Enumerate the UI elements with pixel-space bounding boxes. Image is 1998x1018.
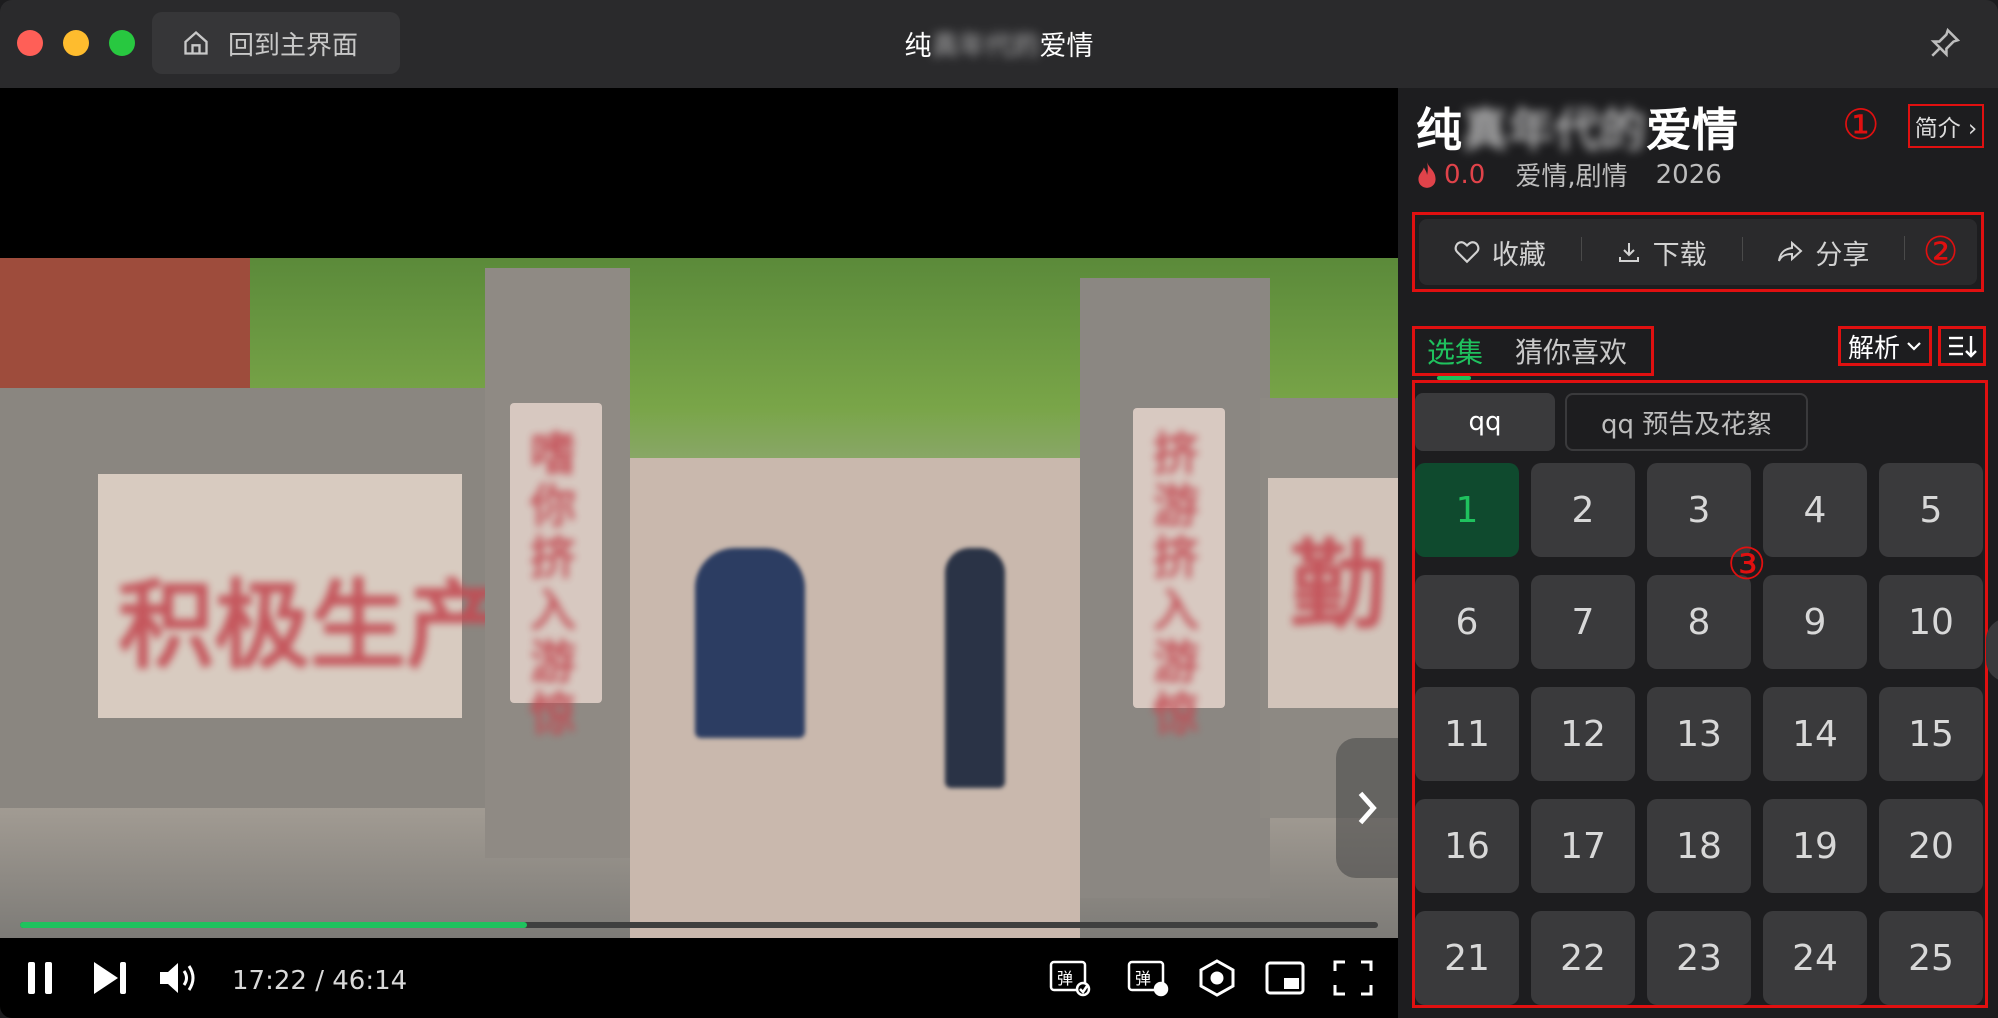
episode-button[interactable]: 15 — [1879, 687, 1983, 781]
episode-button[interactable]: 24 — [1763, 911, 1867, 1005]
svg-text:弹: 弹 — [1135, 969, 1151, 988]
episode-button[interactable]: 25 — [1879, 911, 1983, 1005]
tab-recommendations[interactable]: 猜你喜欢 — [1515, 331, 1627, 371]
volume-button[interactable] — [156, 958, 200, 1002]
settings-hexagon-icon — [1199, 959, 1235, 997]
pin-icon — [1930, 27, 1961, 58]
sort-icon — [1949, 336, 1977, 358]
window-title: 纯真年代的爱情 — [904, 31, 1094, 62]
picture-in-picture-button[interactable] — [1264, 958, 1306, 1002]
favorite-button[interactable]: 收藏 — [1419, 233, 1581, 272]
content-tabs: 选集 猜你喜欢 — [1412, 326, 1654, 380]
danmaku-toggle-button[interactable]: 弹 — [1126, 958, 1170, 1002]
scene-plaque-right-text: 挤游挤入游惊 — [1153, 427, 1199, 741]
scene-slogan-left: 积极生产 — [118, 570, 502, 682]
pause-icon — [28, 962, 52, 994]
episode-button[interactable]: 7 — [1531, 575, 1635, 669]
next-episode-overlay-button[interactable] — [1336, 738, 1398, 878]
episode-button[interactable]: 12 — [1531, 687, 1635, 781]
episode-button[interactable]: 1 — [1415, 463, 1519, 557]
episode-button[interactable]: 22 — [1531, 911, 1635, 1005]
share-button[interactable]: 分享 — [1742, 233, 1904, 272]
intro-button[interactable]: 简介 › — [1908, 104, 1984, 148]
danmaku-settings-button[interactable]: 弹 — [1048, 958, 1092, 1002]
episode-button[interactable]: 18 — [1647, 799, 1751, 893]
flame-icon — [1418, 161, 1436, 188]
episode-button[interactable]: 10 — [1879, 575, 1983, 669]
chevron-down-icon — [1907, 342, 1921, 351]
episode-button[interactable]: 2 — [1531, 463, 1635, 557]
progress-bar[interactable] — [20, 922, 1378, 928]
annotation-slot: ② — [1904, 232, 1977, 272]
scene-cyclist — [695, 548, 805, 738]
fullscreen-icon — [1333, 960, 1373, 996]
heart-icon — [1454, 241, 1480, 264]
video-frame[interactable]: 积极生产 嗜你挤入游惊 挤游挤入游惊 勤 — [0, 258, 1398, 938]
rating-score: 0.0 — [1444, 159, 1486, 190]
next-button[interactable] — [90, 958, 130, 1002]
settings-button[interactable] — [1196, 958, 1238, 1002]
episode-panel: qq qq 预告及花絮 1 2 3 4 5 6 7 8 9 10 11 12 13 14 15 16 17 18 1… — [1412, 380, 1988, 1008]
episode-sidebar: 纯真年代的爱情 ① 简介 › 0.0 爱情,剧情 2026 收藏 下载 分享 ②… — [1398, 88, 1998, 1018]
show-title: 纯真年代的爱情 — [1416, 103, 1738, 157]
scene-pedestrian — [945, 548, 1005, 788]
pip-icon — [1265, 961, 1305, 995]
episode-button[interactable]: 14 — [1763, 687, 1867, 781]
episode-button[interactable]: 5 — [1879, 463, 1983, 557]
download-button[interactable]: 下载 — [1580, 233, 1743, 272]
episode-button[interactable]: 20 — [1879, 799, 1983, 893]
duration: 46:14 — [332, 966, 408, 996]
download-icon — [1618, 243, 1639, 262]
progress-fill — [20, 922, 527, 928]
chevron-right-icon — [1358, 791, 1377, 825]
pin-button[interactable] — [1928, 26, 1962, 64]
episode-button[interactable]: 11 — [1415, 687, 1519, 781]
time-display: 17:22 / 46:14 — [232, 966, 408, 996]
pause-button[interactable] — [24, 958, 58, 1002]
episode-button[interactable]: 4 — [1763, 463, 1867, 557]
episode-button[interactable]: 6 — [1415, 575, 1519, 669]
blurred-title-part: 真年代的 — [1462, 103, 1646, 157]
share-icon — [1778, 240, 1803, 262]
scene-plaque-left-text: 嗜你挤入游惊 — [530, 427, 576, 741]
episode-grid: 1 2 3 4 5 6 7 8 9 10 11 12 13 14 15 16 17 18 19 20 21 22 23 24 2… — [1415, 463, 1985, 1005]
current-time: 17:22 — [232, 966, 307, 996]
episode-button[interactable]: 19 — [1763, 799, 1867, 893]
episode-button[interactable]: 13 — [1647, 687, 1751, 781]
annotation-marker-2: ② — [1922, 229, 1959, 275]
annotation-marker-3: ③ — [1727, 539, 1767, 590]
annotation-marker-1: ① — [1842, 100, 1880, 149]
scene-brick-wall — [0, 258, 250, 408]
source-tabs: qq qq 预告及花絮 — [1415, 393, 1809, 451]
scene-slogan-right: 勤 — [1290, 530, 1386, 642]
action-bar-inner: 收藏 下载 分享 ② — [1419, 219, 1977, 285]
release-year: 2026 — [1655, 159, 1722, 190]
blurred-title-part: 真年代的 — [931, 31, 1040, 62]
show-meta: 0.0 爱情,剧情 2026 — [1414, 156, 1722, 193]
sort-button[interactable] — [1938, 326, 1986, 366]
episode-button[interactable]: 16 — [1415, 799, 1519, 893]
danmaku-check-icon: 弹 — [1049, 960, 1091, 997]
svg-text:弹: 弹 — [1057, 969, 1073, 988]
episode-button[interactable]: 21 — [1415, 911, 1519, 1005]
title-bar: 回到主界面 纯真年代的爱情 — [0, 0, 1998, 88]
player-controls: 17:22 / 46:14 弹 弹 — [0, 946, 1398, 1018]
episode-button[interactable]: 23 — [1647, 911, 1751, 1005]
action-bar: 收藏 下载 分享 ② — [1412, 212, 1984, 292]
episode-button[interactable]: 17 — [1531, 799, 1635, 893]
source-tab-qq-trailers[interactable]: qq 预告及花絮 — [1565, 393, 1809, 451]
source-tab-qq[interactable]: qq — [1415, 393, 1555, 451]
parse-dropdown[interactable]: 解析 — [1838, 326, 1932, 366]
skip-next-icon — [94, 962, 126, 994]
tab-episodes[interactable]: 选集 — [1427, 331, 1483, 380]
episode-button[interactable]: 9 — [1763, 575, 1867, 669]
video-player[interactable]: 积极生产 嗜你挤入游惊 挤游挤入游惊 勤 17:22 / 46:14 弹 弹 — [0, 88, 1398, 1018]
app-window: 回到主界面 纯真年代的爱情 积极生产 嗜你挤入游惊 挤游挤入游惊 勤 17:22… — [0, 0, 1998, 1018]
volume-icon — [160, 963, 195, 993]
danmaku-icon: 弹 — [1127, 960, 1169, 997]
genres: 爱情,剧情 — [1515, 162, 1628, 192]
fullscreen-button[interactable] — [1332, 958, 1374, 1002]
